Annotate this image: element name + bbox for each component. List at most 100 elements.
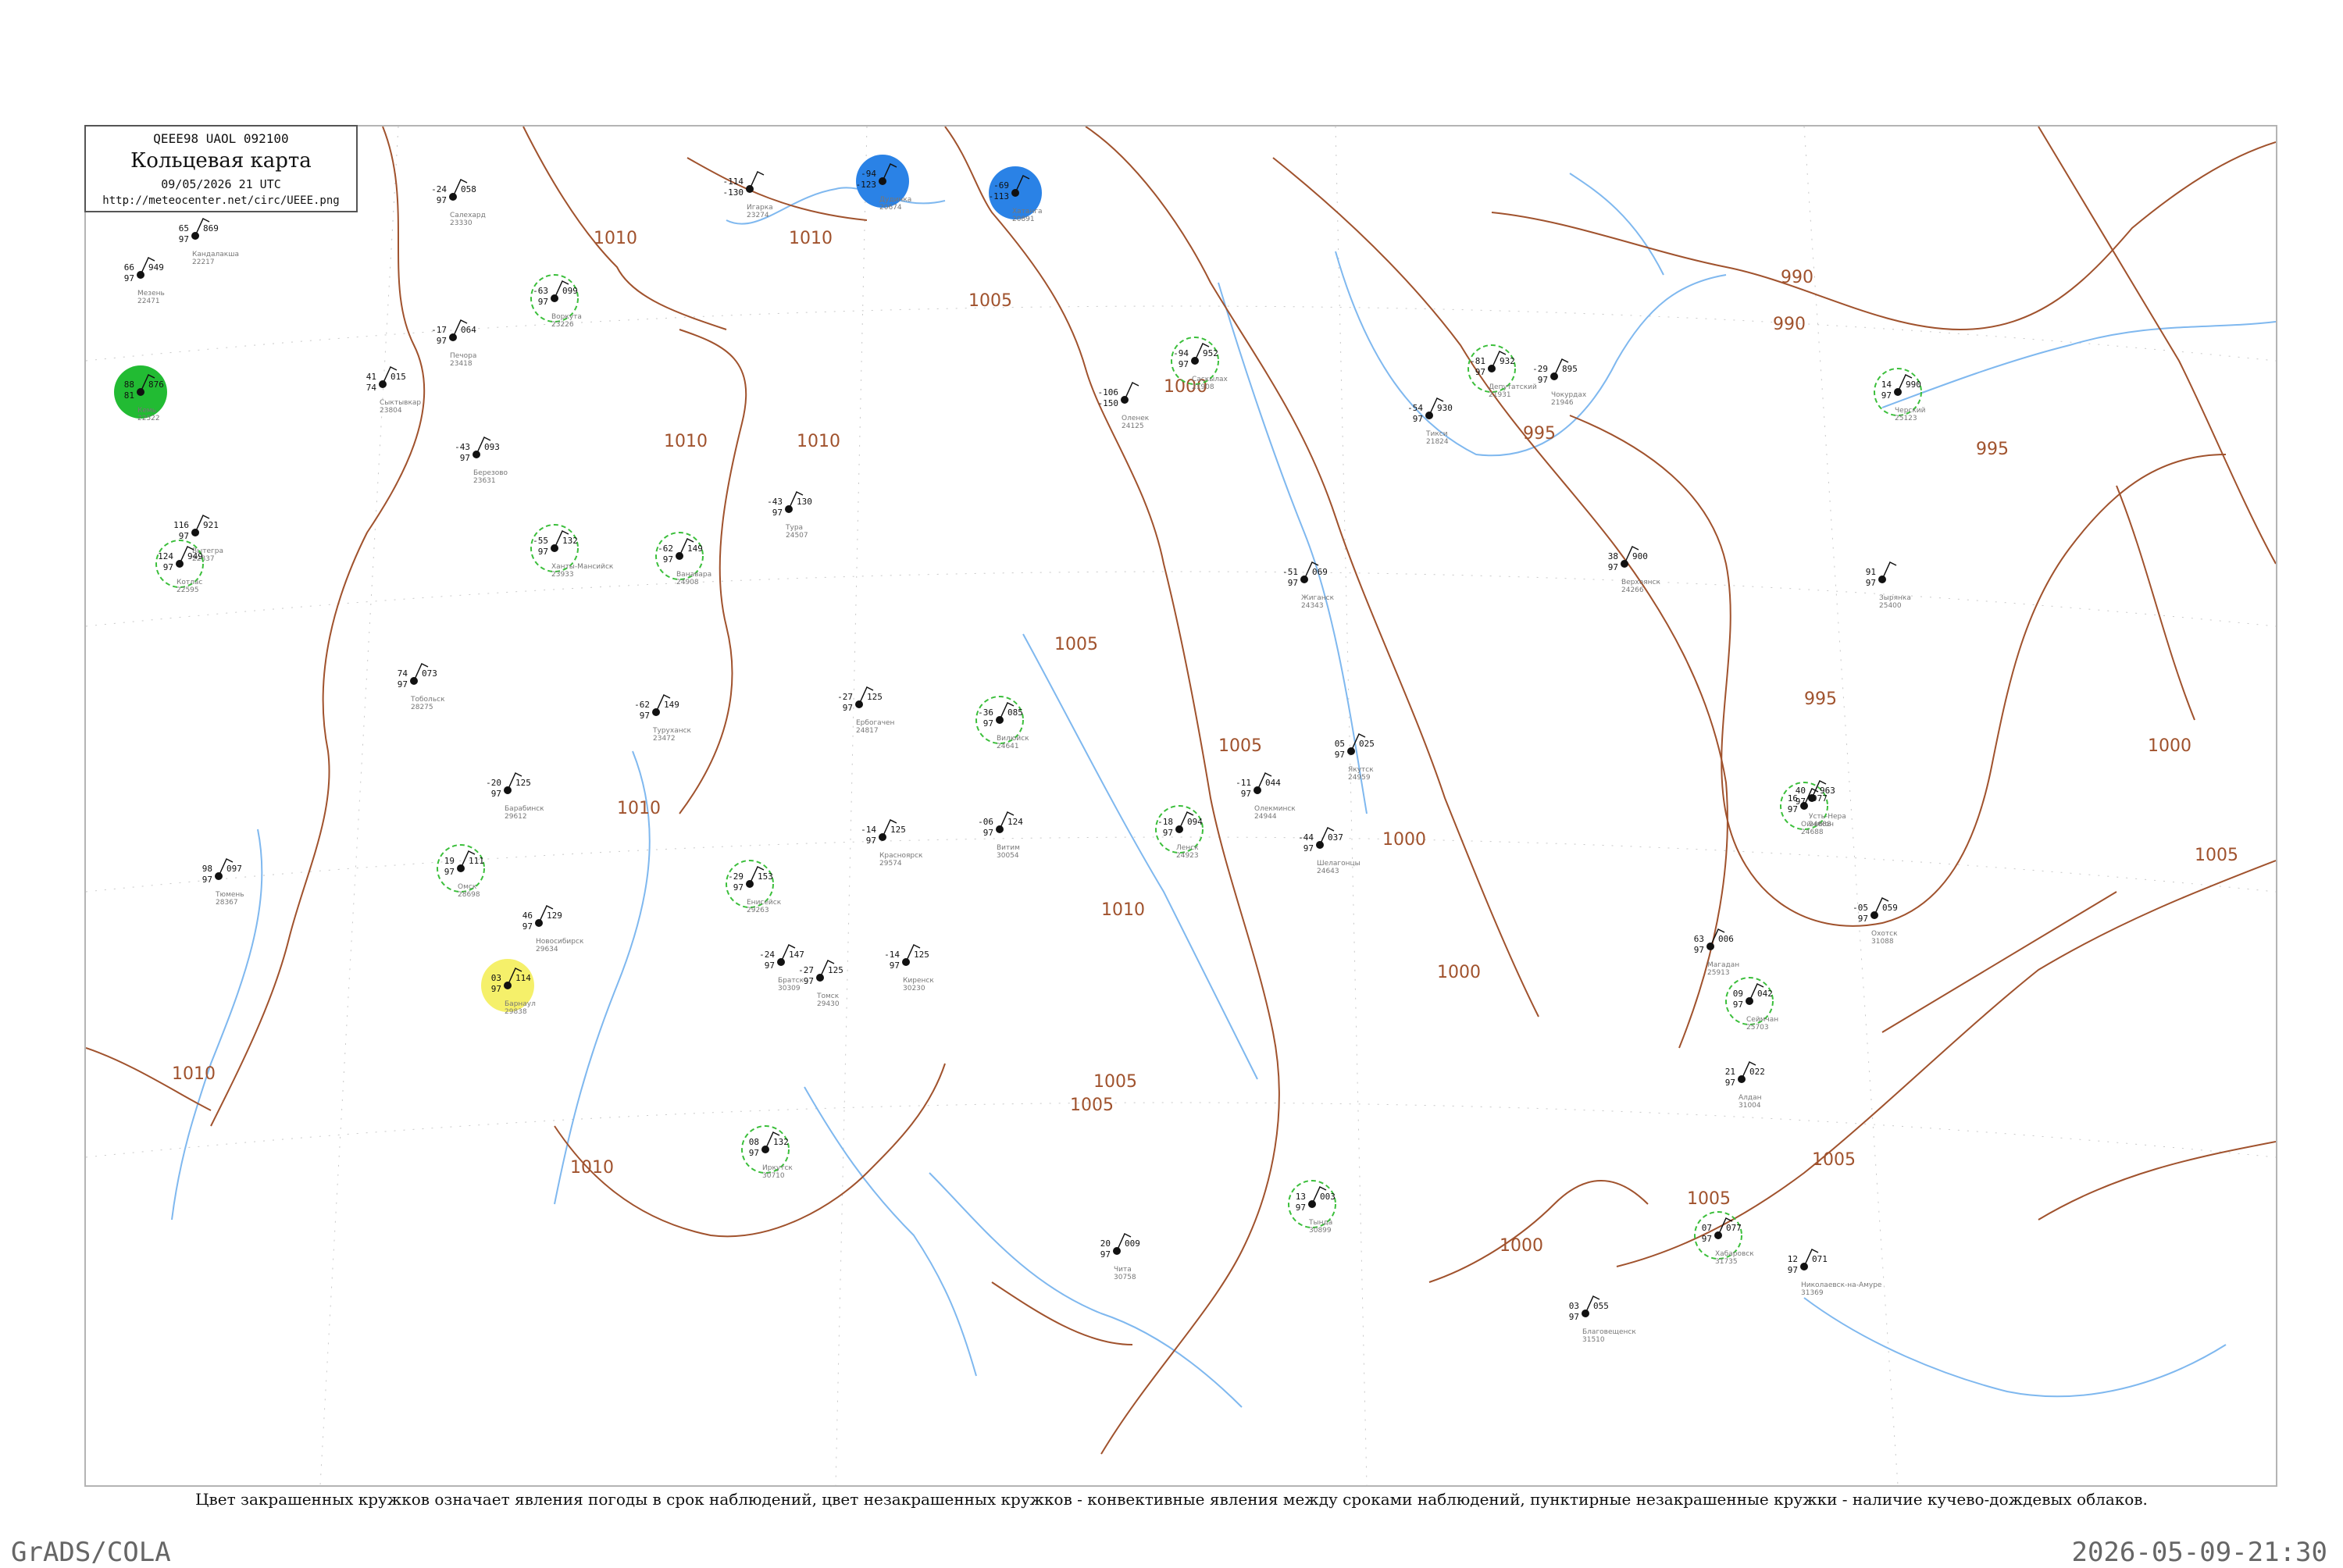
station-dewpoint: 97 xyxy=(765,960,775,971)
station-index: 28275 xyxy=(411,704,433,711)
station-pressure: 125 xyxy=(828,965,843,975)
station-dewpoint: 97 xyxy=(491,984,501,994)
station-pressure: 932 xyxy=(1500,356,1515,366)
station-pressure: 085 xyxy=(1007,707,1023,718)
station-plot: -4497 037 Шелагонцы24643 xyxy=(1298,826,1361,875)
station-index: 31004 xyxy=(1739,1102,1761,1110)
station-dewpoint: 97 xyxy=(1858,914,1868,924)
station-temperature: -94 xyxy=(861,169,876,179)
station-name: Чокурдах xyxy=(1551,391,1587,399)
station-plot: -2797 125 Томск29430 xyxy=(798,959,843,1008)
station-dewpoint: 97 xyxy=(983,828,993,838)
station-pressure: 952 xyxy=(1203,348,1218,358)
station-dewpoint: 97 xyxy=(398,679,408,690)
station-index: 21931 xyxy=(1489,391,1511,399)
station-plot: -6297 149 Ванавара24908 xyxy=(655,532,711,586)
station-temperature: 40 xyxy=(1796,786,1806,796)
station-index: 23933 xyxy=(551,571,574,579)
station-name: Николаевск-на-Амуре xyxy=(1801,1281,1882,1289)
station-name: Тында xyxy=(1308,1219,1332,1227)
station-dewpoint: -130 xyxy=(723,187,744,198)
station-index: 29612 xyxy=(505,813,527,821)
station-pressure: 073 xyxy=(422,668,437,679)
station-name: Кемь xyxy=(137,407,156,415)
station-plot: -2497 058 Салехард23330 xyxy=(431,178,486,227)
station-name: Благовещенск xyxy=(1582,1328,1636,1336)
station-name: Братск xyxy=(778,977,804,985)
station-plot: -1497 125 Красноярск29574 xyxy=(861,818,923,868)
station-plot: 1497 990 Черский25123 xyxy=(1874,368,1926,422)
station-plot: 6397 006 Магадан25913 xyxy=(1694,928,1739,977)
station-pressure: 009 xyxy=(1125,1238,1140,1249)
station-plot: 4174 015 Сыктывкар23804 xyxy=(366,365,421,415)
station-dewpoint: 97 xyxy=(538,297,548,307)
station-name: Зырянка xyxy=(1879,594,1911,602)
station-pressure: 125 xyxy=(515,778,531,788)
station-pressure: 125 xyxy=(867,692,883,702)
station-dewpoint: 97 xyxy=(1413,414,1423,424)
station-dewpoint: 97 xyxy=(163,562,173,572)
station-temperature: -44 xyxy=(1298,832,1314,843)
bulletin-code: QEEE98 UAOL 092100 xyxy=(153,131,289,146)
station-name: Новосибирск xyxy=(536,938,584,946)
station-index: 24959 xyxy=(1348,774,1371,782)
station-name: Барнаул xyxy=(505,1000,536,1008)
station-dewpoint: 97 xyxy=(1100,1249,1111,1260)
station-dewpoint: 97 xyxy=(179,234,189,244)
footer-credit: GrADS/COLA xyxy=(11,1537,171,1568)
station-dewpoint: 97 xyxy=(640,711,650,721)
station-temperature: -11 xyxy=(1236,778,1251,788)
station-index: 22595 xyxy=(177,586,199,594)
station-pressure: 949 xyxy=(148,262,164,273)
station-name: Красноярск xyxy=(879,852,923,860)
station-dewpoint: 97 xyxy=(1725,1078,1735,1088)
station-temperature: -14 xyxy=(884,950,900,960)
station-pressure: 099 xyxy=(562,286,578,296)
station-pressure: 132 xyxy=(773,1137,789,1147)
station-temperature: -43 xyxy=(767,497,783,507)
station-index: 24688 xyxy=(1809,821,1831,829)
station-plot: -1797 064 Печора23418 xyxy=(431,319,476,368)
station-dewpoint: 97 xyxy=(1241,789,1251,799)
station-plot: 1297 071 Николаевск-на-Амуре31369 xyxy=(1788,1248,1882,1297)
isobar-label: 1005 xyxy=(968,291,1012,311)
station-temperature: -106 xyxy=(1098,387,1119,397)
station-pressure: 147 xyxy=(789,950,804,960)
station-dewpoint: 97 xyxy=(1608,562,1618,572)
station-plot: -94-123Дудинка20674 xyxy=(856,155,911,212)
station-dewpoint: 97 xyxy=(1163,828,1173,838)
station-temperature: -55 xyxy=(533,536,548,546)
rivers xyxy=(171,173,2276,1408)
station-name: Ванавара xyxy=(676,571,711,579)
station-pressure: 900 xyxy=(1632,551,1648,561)
station-plot: -8197 932 Депутатский21931 xyxy=(1467,344,1537,399)
station-name: Дудинка xyxy=(879,196,911,204)
station-index: 30758 xyxy=(1114,1274,1136,1281)
station-dewpoint: 97 xyxy=(491,789,501,799)
station-pressure: 094 xyxy=(1187,817,1203,827)
station-dewpoint: -123 xyxy=(856,180,877,190)
station-plot: 9197Зырянка25400 xyxy=(1866,561,1911,610)
station-index: 22471 xyxy=(137,298,160,305)
station-index: 23418 xyxy=(450,360,473,368)
station-name: Воркута xyxy=(551,313,582,321)
station-index: 24343 xyxy=(1301,602,1324,610)
map-title: Кольцевая карта xyxy=(130,149,312,173)
station-plot: -4397 093 Березово23631 xyxy=(455,436,508,485)
station-name: Томск xyxy=(816,992,840,1000)
station-plot: 6697 949 Мезень22471 xyxy=(124,256,165,305)
station-temperature: -62 xyxy=(658,543,673,554)
station-pressure: 042 xyxy=(1757,989,1773,999)
station-pressure: 114 xyxy=(515,973,531,983)
station-plot: -3697 085 Вилюйск24641 xyxy=(975,696,1029,750)
station-dewpoint: 97 xyxy=(749,1148,759,1158)
isobar-label: 1010 xyxy=(664,432,708,451)
station-temperature: -06 xyxy=(978,817,993,827)
station-temperature: 21 xyxy=(1725,1067,1735,1077)
station-pressure: 921 xyxy=(203,520,219,530)
isobar-label: 1000 xyxy=(2148,736,2191,756)
station-index: 30710 xyxy=(762,1172,785,1180)
station-dewpoint: 97 xyxy=(437,195,447,205)
station-pressure: 069 xyxy=(1312,567,1328,577)
station-name: Якутск xyxy=(1348,766,1374,774)
